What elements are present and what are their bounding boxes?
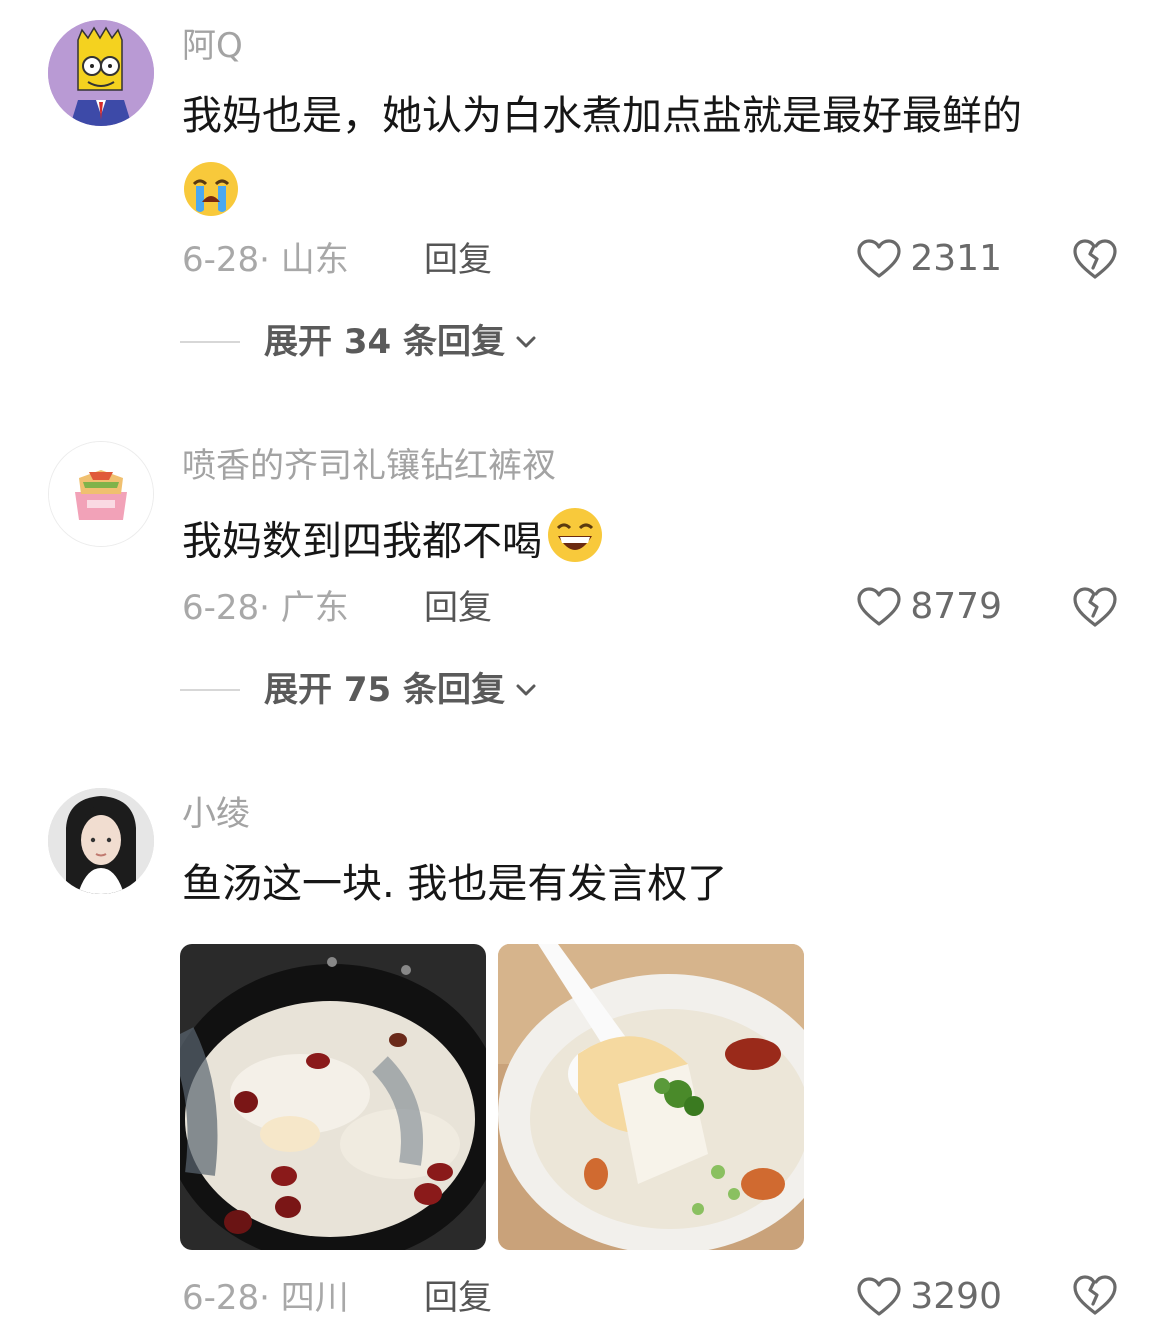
broken-heart-icon xyxy=(1073,587,1117,627)
username[interactable]: 喷香的齐司礼镶钻红裤衩 xyxy=(182,446,556,486)
comment-text: 我妈数到四我都不喝 xyxy=(182,508,1132,575)
avatar[interactable] xyxy=(48,441,154,547)
comment-date-location: 6-28· 四川 xyxy=(182,1278,349,1318)
comment-date-location: 6-28· 广东 xyxy=(182,588,349,628)
reply-button[interactable]: 回复 xyxy=(424,1278,492,1318)
fish-soup-in-wok-photo[interactable] xyxy=(180,944,486,1250)
divider-line xyxy=(180,689,240,691)
heart-outline-icon xyxy=(857,1277,901,1316)
fish-soup-wok-image xyxy=(180,944,486,1250)
avatar[interactable] xyxy=(48,20,154,126)
chevron-down-icon xyxy=(516,684,536,696)
username[interactable]: 小绫 xyxy=(182,794,250,834)
reply-button[interactable]: 回复 xyxy=(424,240,492,280)
loudly-crying-face-icon xyxy=(182,160,240,229)
like-button[interactable]: 8779 xyxy=(856,586,1002,628)
dislike-button[interactable] xyxy=(1072,584,1118,630)
fish-soup-in-bowl-photo[interactable] xyxy=(498,944,804,1250)
chevron-down-icon xyxy=(516,336,536,348)
fish-soup-bowl-image xyxy=(498,944,804,1250)
comment-list: 阿Q 我妈也是，她认为白水煮加点盐就是最好最鲜的 6-28· 山东 回复 231… xyxy=(0,0,1170,1319)
avatar[interactable] xyxy=(48,788,154,894)
cartoon-avatar-icon xyxy=(48,20,154,126)
comment-text-content: 我妈数到四我都不喝 xyxy=(182,518,542,565)
expand-replies-label: 展开 75 条回复 xyxy=(264,670,505,710)
reply-button[interactable]: 回复 xyxy=(424,588,492,628)
like-button[interactable]: 3290 xyxy=(856,1276,1002,1318)
like-count: 3290 xyxy=(910,1276,1002,1317)
girl-portrait-avatar-icon xyxy=(48,788,154,894)
dislike-button[interactable] xyxy=(1072,236,1118,282)
expand-replies-label: 展开 34 条回复 xyxy=(264,322,505,362)
username[interactable]: 阿Q xyxy=(182,26,243,66)
expand-replies[interactable]: 展开 34 条回复 xyxy=(180,322,539,362)
broken-heart-icon xyxy=(1073,239,1117,279)
heart-outline-icon xyxy=(857,587,901,626)
comment-text: 我妈也是，她认为白水煮加点盐就是最好最鲜的 xyxy=(182,92,1132,229)
comment-text: 鱼汤这一块. 我也是有发言权了 xyxy=(182,861,728,907)
sandwich-box-avatar-icon xyxy=(49,442,153,546)
like-button[interactable]: 2311 xyxy=(856,238,1002,280)
comment-date-location: 6-28· 山东 xyxy=(182,240,349,280)
grinning-squinting-face-icon xyxy=(546,506,604,575)
heart-outline-icon xyxy=(857,239,901,278)
dislike-button[interactable] xyxy=(1072,1272,1118,1318)
expand-replies[interactable]: 展开 75 条回复 xyxy=(180,670,539,710)
broken-heart-icon xyxy=(1073,1275,1117,1315)
like-count: 8779 xyxy=(910,586,1002,627)
comment-text-content: 我妈也是，她认为白水煮加点盐就是最好最鲜的 xyxy=(182,93,1022,139)
divider-line xyxy=(180,341,240,343)
like-count: 2311 xyxy=(910,238,1002,279)
